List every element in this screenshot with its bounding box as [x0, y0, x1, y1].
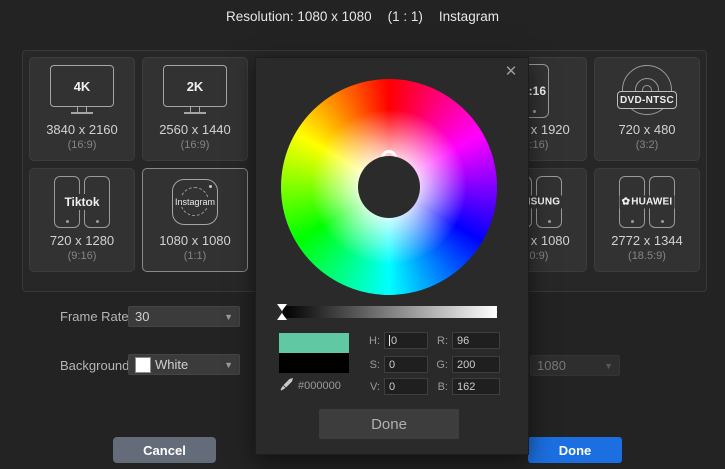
phones-icon: Tiktok	[54, 176, 110, 228]
resolution-dialog: Resolution: 1080 x 1080 (1 : 1) Instagra…	[0, 0, 725, 469]
background-value: White	[155, 357, 188, 372]
s-value: 0	[389, 359, 395, 371]
card-resolution: 3840 x 2160	[46, 122, 118, 137]
b-label: B:	[432, 381, 448, 393]
instagram-icon: Instagram	[172, 179, 218, 225]
title-ratio: (1 : 1)	[388, 9, 423, 24]
dvd-disc-icon: DVD-NTSC	[619, 65, 675, 117]
phone-home-dot	[548, 220, 551, 223]
dialog-title: Resolution: 1080 x 1080 (1 : 1) Instagra…	[0, 9, 725, 24]
phone-home-dot	[661, 220, 664, 223]
s-label: S:	[364, 359, 380, 371]
card-aspect-ratio: (18.5:9)	[628, 250, 666, 262]
text-caret	[389, 335, 390, 346]
phone-home-dot	[631, 220, 634, 223]
height-dropdown[interactable]: 1080 ▼	[530, 355, 620, 376]
dvd-badge: DVD-NTSC	[617, 91, 677, 109]
b-input[interactable]: 162	[452, 378, 500, 395]
instagram-icon: Instagram	[143, 171, 247, 233]
monitor-icon: 4K	[30, 60, 134, 122]
card-aspect-ratio: (9:16)	[68, 250, 97, 262]
done-button[interactable]: Done	[528, 437, 622, 463]
chevron-down-icon: ▼	[224, 312, 233, 322]
monitor-screen: 4K	[50, 65, 114, 107]
phone-home-dot	[96, 220, 99, 223]
background-dropdown[interactable]: White ▼	[128, 354, 240, 375]
card-aspect-ratio: (3:2)	[636, 139, 659, 151]
brightness-slider[interactable]	[283, 306, 497, 318]
g-label: G:	[432, 359, 448, 371]
title-platform: Instagram	[439, 9, 499, 24]
v-value: 0	[389, 381, 395, 393]
h-value: 0	[391, 335, 397, 347]
r-label: R:	[432, 335, 448, 347]
chevron-down-icon: ▼	[224, 360, 233, 370]
card-aspect-ratio: (16:9)	[68, 139, 97, 151]
monitor-icon: 2K	[163, 65, 227, 117]
instagram-label: Instagram	[174, 197, 216, 207]
phone-home-dot	[533, 110, 536, 113]
r-input[interactable]: 96	[452, 332, 500, 349]
v-label: V:	[364, 381, 380, 393]
card-aspect-ratio: (1:1)	[184, 250, 207, 262]
height-value: 1080	[537, 358, 566, 373]
chevron-down-icon: ▼	[604, 361, 613, 371]
h-label: H:	[364, 335, 380, 347]
card-resolution: 720 x 1280	[50, 233, 114, 248]
resolution-card-instagram[interactable]: Instagram 1080 x 1080 (1:1)	[142, 168, 248, 272]
s-input[interactable]: 0	[384, 356, 428, 373]
monitor-base	[184, 112, 206, 114]
card-aspect-ratio: (16:9)	[181, 139, 210, 151]
hex-value: #000000	[298, 380, 341, 392]
card-resolution: 720 x 480	[618, 122, 675, 137]
title-resolution: Resolution: 1080 x 1080	[226, 9, 372, 24]
instagram-dot	[209, 185, 212, 188]
card-resolution: 1080 x 1080	[159, 233, 231, 248]
monitor-icon: 4K	[50, 65, 114, 117]
color-picker-dialog: ✕ #000000 H: 0 S: 0 V: 0 R:	[255, 57, 529, 455]
resolution-card-huawei[interactable]: ✿HUAWEI 2772 x 1344 (18.5:9)	[594, 168, 700, 272]
phone-double-icon: Tiktok	[30, 171, 134, 233]
card-resolution: 2560 x 1440	[159, 122, 231, 137]
phone-home-dot	[66, 220, 69, 223]
phones-icon: ✿HUAWEI	[619, 176, 675, 228]
b-value: 162	[457, 381, 475, 393]
h-input[interactable]: 0	[384, 332, 428, 349]
phone-double-icon: ✿HUAWEI	[595, 171, 699, 233]
monitor-icon: 2K	[143, 60, 247, 122]
cancel-button[interactable]: Cancel	[113, 437, 216, 463]
brand-glyph-icon: ✿	[622, 197, 631, 208]
v-input[interactable]: 0	[384, 378, 428, 395]
eyedropper-icon[interactable]	[279, 377, 295, 393]
current-color-swatch	[279, 333, 349, 353]
frame-rate-value: 30	[135, 309, 149, 324]
background-label: Background:	[60, 358, 133, 373]
resolution-card-4k[interactable]: 4K 3840 x 2160 (16:9)	[29, 57, 135, 161]
close-icon[interactable]: ✕	[502, 62, 520, 80]
selected-color-swatch	[279, 353, 349, 373]
g-input[interactable]: 200	[452, 356, 500, 373]
picker-done-button[interactable]: Done	[319, 409, 459, 439]
g-value: 200	[457, 359, 475, 371]
monitor-screen: 2K	[163, 65, 227, 107]
r-value: 96	[457, 335, 469, 347]
card-resolution: 2772 x 1344	[611, 233, 683, 248]
resolution-card-dvd-ntsc[interactable]: DVD-NTSC 720 x 480 (3:2)	[594, 57, 700, 161]
brand-label: ✿HUAWEI	[620, 196, 675, 209]
resolution-card-tiktok[interactable]: Tiktok 720 x 1280 (9:16)	[29, 168, 135, 272]
frame-rate-dropdown[interactable]: 30 ▼	[128, 306, 240, 327]
monitor-base	[71, 112, 93, 114]
resolution-card-2k[interactable]: 2K 2560 x 1440 (16:9)	[142, 57, 248, 161]
disc-icon: DVD-NTSC	[595, 60, 699, 122]
brand-label: Tiktok	[62, 194, 101, 210]
background-color-swatch	[135, 357, 151, 373]
color-wheel-center	[358, 156, 420, 218]
